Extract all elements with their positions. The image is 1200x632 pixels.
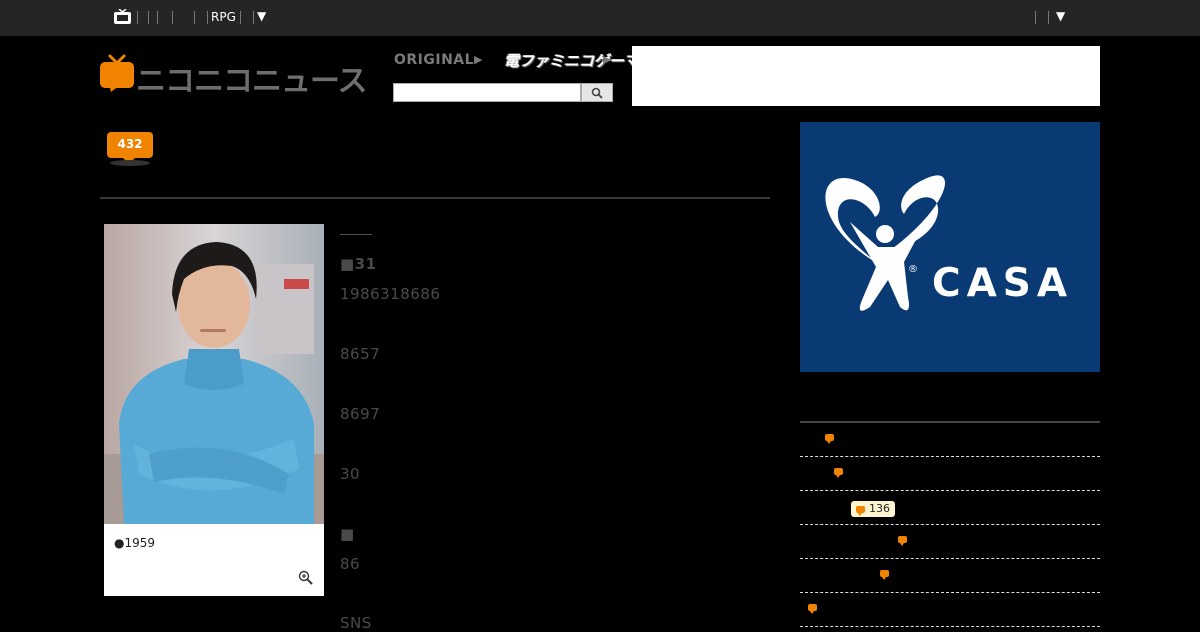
header-ad-banner[interactable]: [632, 46, 1100, 106]
ranking-item[interactable]: [800, 593, 1100, 627]
article-text-line: 1986318686: [340, 285, 441, 303]
ranking-item[interactable]: [800, 423, 1100, 457]
casa-heart-logo-icon: [825, 175, 946, 311]
nav-link-rpg[interactable]: RPG: [211, 10, 236, 24]
ranking-item[interactable]: 136: [800, 491, 1100, 525]
zoom-in-icon[interactable]: [298, 570, 314, 586]
article-text-line: 8657: [340, 345, 381, 363]
search-button[interactable]: [581, 83, 613, 102]
top-navigation-bar: RPG ▼ ▼: [0, 0, 1200, 36]
portrait-photo[interactable]: [104, 224, 324, 524]
comment-icon: [808, 604, 817, 614]
article-divider: [100, 197, 770, 199]
comment-icon: [834, 468, 843, 478]
section-heading: ■31: [340, 255, 377, 273]
comment-icon: [898, 536, 907, 546]
section-rule: [340, 234, 372, 235]
site-logo-text[interactable]: ニコニコニュース: [136, 56, 367, 100]
nav-separator: [148, 11, 149, 24]
comment-icon: [856, 505, 865, 516]
ranking-comment-count: 136: [869, 502, 890, 515]
comment-count-badge[interactable]: 432: [107, 132, 153, 164]
nav-separator: [1048, 11, 1049, 24]
menu-dropdown-toggle[interactable]: ▼: [257, 9, 266, 23]
nav-separator: [240, 11, 241, 24]
registered-mark: ®: [908, 264, 918, 275]
nav-separator: [1035, 11, 1036, 24]
ranking-item[interactable]: [800, 457, 1100, 491]
ranking-item[interactable]: [800, 525, 1100, 559]
nav-separator: [194, 11, 195, 24]
badge-shadow: [110, 160, 150, 166]
ad-brand-text: CASA: [932, 261, 1074, 306]
ranking-item[interactable]: [800, 559, 1100, 593]
article-text-line: 8697: [340, 405, 381, 423]
nav-separator: [137, 11, 138, 24]
sidebar-ad-banner[interactable]: ® CASA: [800, 122, 1100, 372]
section-heading: ■: [340, 525, 355, 543]
play-arrow-icon: ▶: [474, 53, 483, 66]
original-link[interactable]: ORIGINAL: [394, 52, 474, 68]
nav-separator: [157, 11, 158, 24]
article-text-line: 86: [340, 555, 361, 573]
nav-separator: [172, 11, 173, 24]
comment-icon: [880, 570, 889, 580]
photo-caption: ●1959: [114, 536, 156, 550]
nav-separator: [253, 11, 254, 24]
photo-card[interactable]: ●1959: [104, 224, 324, 596]
comment-icon: [825, 434, 834, 444]
nav-separator: [207, 11, 208, 24]
play-arrow-icon: ▶: [603, 53, 612, 66]
search-input[interactable]: [393, 83, 581, 102]
niconico-news-logo-icon[interactable]: [100, 54, 134, 92]
search-icon: [591, 87, 603, 99]
comment-count-pill: 136: [851, 501, 895, 517]
niconico-tv-icon[interactable]: [114, 9, 131, 24]
account-dropdown-toggle[interactable]: ▼: [1056, 9, 1065, 23]
article-text-line: 30: [340, 465, 361, 483]
article-text-line: SNS: [340, 614, 372, 632]
